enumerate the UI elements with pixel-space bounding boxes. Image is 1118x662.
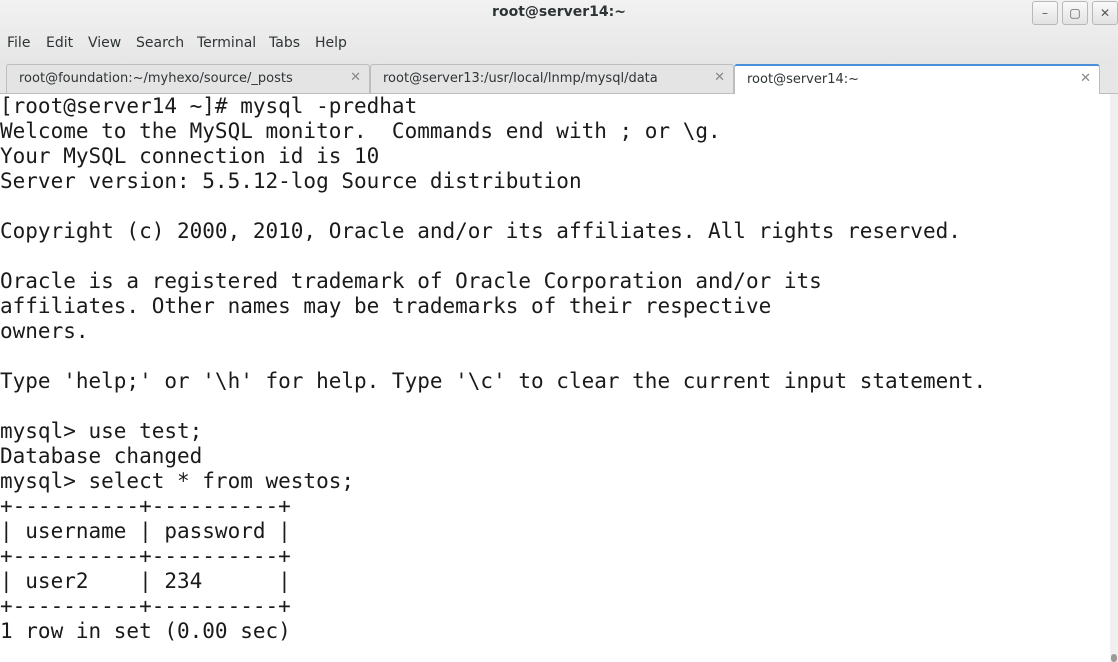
terminal-line: Copyright (c) 2000, 2010, Oracle and/or …	[0, 219, 961, 243]
terminal-line: Welcome to the MySQL monitor. Commands e…	[0, 119, 721, 143]
menu-file[interactable]: File	[7, 35, 30, 51]
tab-bar: root@foundation:~/myhexo/source/_posts ✕…	[0, 62, 1118, 94]
close-window-button[interactable]: ✕	[1092, 1, 1118, 25]
scrollbar[interactable]	[1110, 94, 1118, 662]
terminal-line: | username | password |	[0, 519, 291, 543]
terminal-line: [root@server14 ~]# mysql -predhat	[0, 94, 418, 118]
menu-edit[interactable]: Edit	[46, 35, 73, 51]
tab-label: root@foundation:~/myhexo/source/_posts	[19, 71, 293, 86]
tab-server14[interactable]: root@server14:~ ✕	[734, 64, 1100, 94]
scrollbar-thumb[interactable]	[1111, 654, 1117, 662]
menu-view[interactable]: View	[88, 35, 121, 51]
tab-server13[interactable]: root@server13:/usr/local/lnmp/mysql/data…	[370, 64, 734, 93]
terminal-line: Your MySQL connection id is 10	[0, 144, 380, 168]
maximize-button[interactable]: ▢	[1062, 1, 1088, 25]
terminal-window: root@server14:~ – ▢ ✕ File Edit View Sea…	[0, 0, 1118, 662]
window-title: root@server14:~	[492, 4, 626, 20]
menu-terminal[interactable]: Terminal	[197, 35, 256, 51]
terminal-line: Oracle is a registered trademark of Orac…	[0, 269, 822, 293]
menu-help[interactable]: Help	[315, 35, 347, 51]
close-icon[interactable]: ✕	[350, 70, 361, 85]
terminal-line: mysql> select * from westos;	[0, 469, 355, 493]
close-icon[interactable]: ✕	[714, 70, 725, 85]
terminal-line: +----------+----------+	[0, 594, 291, 618]
terminal-line: Type 'help;' or '\h' for help. Type '\c'…	[0, 369, 987, 393]
terminal-line: | user2 | 234 |	[0, 569, 291, 593]
terminal-line: 1 row in set (0.00 sec)	[0, 619, 291, 643]
terminal-line: +----------+----------+	[0, 544, 291, 568]
terminal-line: owners.	[0, 319, 89, 343]
terminal-line: Database changed	[0, 444, 203, 468]
terminal-line: affiliates. Other names may be trademark…	[0, 294, 772, 318]
tab-label: root@server14:~	[747, 72, 860, 87]
minimize-button[interactable]: –	[1032, 1, 1058, 25]
terminal-line: mysql> use test;	[0, 419, 203, 443]
title-bar[interactable]: root@server14:~ – ▢ ✕	[0, 0, 1118, 30]
header-bar: root@server14:~ – ▢ ✕ File Edit View Sea…	[0, 0, 1118, 62]
tab-label: root@server13:/usr/local/lnmp/mysql/data	[383, 71, 658, 86]
tab-foundation[interactable]: root@foundation:~/myhexo/source/_posts ✕	[6, 64, 370, 93]
terminal-line: Server version: 5.5.12-log Source distri…	[0, 169, 582, 193]
menu-search[interactable]: Search	[136, 35, 184, 51]
terminal-line: +----------+----------+	[0, 494, 291, 518]
terminal-output[interactable]: [root@server14 ~]# mysql -predhat Welcome…	[0, 94, 1110, 662]
menu-tabs[interactable]: Tabs	[269, 35, 300, 51]
close-icon[interactable]: ✕	[1080, 71, 1091, 86]
